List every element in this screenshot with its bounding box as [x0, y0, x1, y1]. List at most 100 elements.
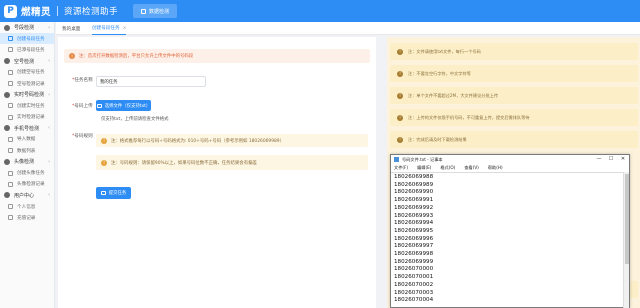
submit-task-button[interactable]: 提交任务 — [96, 187, 131, 199]
sidebar-item-create-realtime[interactable]: 创建实时任务 — [0, 100, 54, 111]
sidebar-item-data-list[interactable]: 数据列表 — [0, 145, 54, 156]
chevron-icon: ‹ — [48, 91, 50, 98]
page-icon — [8, 103, 13, 109]
sidebar-item-recharge[interactable]: 充值记录 — [0, 212, 54, 223]
sidebar-item-label: 导入数据 — [17, 137, 36, 143]
rule-label: *号码规则 — [72, 134, 93, 139]
sidebar-group-user[interactable]: 用户中心 ‹ — [0, 190, 54, 201]
window-controls: — ☐ ✕ — [593, 155, 629, 164]
sidebar-item-avatar-records[interactable]: 头像检测记录 — [0, 179, 54, 190]
tab-create-segment[interactable]: 创建号段任务 × — [92, 22, 127, 35]
phone-icon — [4, 125, 10, 132]
user-icon — [4, 192, 10, 199]
sidebar-group-mobile[interactable]: 手机号检测 ‹ — [0, 123, 54, 134]
tip-item: ! 注：完成后请及时下载检测结果 — [390, 131, 638, 148]
sidebar-group-realtime[interactable]: 实时号码检测 ‹ — [0, 89, 54, 100]
maximize-icon[interactable]: ☐ — [605, 155, 617, 164]
sidebar-group-avatar[interactable]: 头像检测 ‹ — [0, 156, 54, 167]
text-line: 18026070000 — [394, 266, 434, 273]
notice-text: 注：格式推荐每行以号码+号码格式为: 010+号码+号码（参考示例如 18026… — [111, 138, 284, 144]
sidebar-group-segment[interactable]: 号段检测 ‹ — [0, 22, 54, 33]
tip-text: 注：不要含空行字符，中文字符等 — [408, 70, 471, 76]
info-icon: ! — [69, 53, 75, 59]
text-line: 18026069990 — [394, 189, 434, 196]
close-icon[interactable]: ✕ — [617, 155, 629, 164]
tip-item: ! 注：文件请使用txt文件，每行一个号码 — [390, 43, 638, 60]
menu-view[interactable]: 查看(V) — [464, 165, 479, 171]
page-icon — [8, 69, 13, 75]
vertical-scrollbar[interactable] — [623, 172, 629, 308]
tab-label: 我的桌面 — [62, 26, 81, 32]
task-name-label: *任务名称 — [72, 78, 93, 83]
sidebar-item-profile[interactable]: 个人信息 — [0, 201, 54, 212]
tip-item: ! 注：单个文件不要超过2M，大文件建议分批上传 — [390, 87, 638, 104]
page-icon — [8, 136, 13, 142]
menu-edit[interactable]: 编辑(E) — [417, 165, 431, 171]
menu-help[interactable]: 帮助(H) — [488, 165, 503, 171]
page-icon — [8, 204, 13, 210]
submit-icon — [100, 191, 106, 195]
scrollbar-thumb[interactable] — [625, 174, 629, 264]
empty-number-icon — [4, 58, 10, 65]
top-tab-label: 数据检测 — [149, 8, 170, 15]
sidebar-item-realtime-records[interactable]: 实时检测记录 — [0, 112, 54, 123]
sidebar-item-create-avatar[interactable]: 创建头像任务 — [0, 167, 54, 178]
realtime-icon — [4, 91, 10, 98]
top-tab-data-check[interactable]: 数据检测 — [133, 4, 178, 18]
notepad-title: 号码文件.txt - 记事本 — [402, 156, 443, 162]
sidebar-group-empty[interactable]: 空号检测 ‹ — [0, 56, 54, 67]
sidebar-group-label: 实时号码检测 — [14, 92, 45, 99]
sidebar-item-create-empty[interactable]: 创建空号任务 — [0, 67, 54, 78]
notepad-window[interactable]: 号码文件.txt - 记事本 — ☐ ✕ 文件(F) 编辑(E) 格式(O) 查… — [390, 154, 630, 308]
text-line: 18026069991 — [394, 197, 434, 204]
app-logo[interactable]: P 燃精灵 资源检测助手 — [4, 3, 118, 19]
sidebar-item-label: 已添号段任务 — [17, 47, 45, 53]
tip-text: 注：完成后请及时下载检测结果 — [408, 136, 467, 142]
sidebar-item-import[interactable]: 导入数据 — [0, 134, 54, 145]
tab-desktop[interactable]: 我的桌面 — [62, 22, 80, 35]
text-line: 18026069992 — [394, 204, 434, 211]
sidebar-item-segment-list[interactable]: 已添号段任务 — [0, 44, 54, 55]
sidebar-item-label: 创建实时任务 — [17, 103, 45, 109]
page-icon — [8, 114, 13, 120]
info-icon: ! — [101, 159, 107, 166]
text-line: 18026069994 — [394, 220, 434, 227]
upload-notice: ! 注：首次打开数据检测后，平台只允许上传文件中的号码段 — [64, 49, 370, 63]
sidebar-item-label: 创建空号任务 — [17, 70, 45, 76]
tab-label: 创建号段任务 — [92, 26, 120, 31]
rule-note-1: ! 注：格式推荐每行以号码+号码格式为: 010+号码+号码（参考示例如 180… — [96, 134, 368, 147]
menu-file[interactable]: 文件(F) — [394, 165, 408, 171]
file-hint: 仅支持txt，上传前请检查文件格式 — [101, 117, 169, 122]
page-icon — [8, 81, 13, 87]
menu-format[interactable]: 格式(O) — [440, 165, 455, 171]
page-icon — [8, 148, 13, 154]
notepad-text-area[interactable]: 18026069988 18026069989 18026069990 1802… — [391, 172, 629, 305]
task-name-input[interactable]: 我的任务 — [96, 76, 206, 87]
close-icon[interactable]: × — [123, 26, 127, 31]
sidebar-item-label: 空号检测记录 — [17, 81, 45, 87]
rule-note-2: ! 注：号码规则：请保留90%以上，如果号码位数不正确，任务结果会有偏差 — [96, 155, 368, 170]
sidebar-group-label: 空号检测 — [14, 58, 35, 65]
text-line: 18026070002 — [394, 281, 434, 288]
tip-item: ! 注：不要含空行字符，中文字符等 — [390, 65, 638, 82]
page-icon — [8, 36, 13, 42]
sidebar-item-create-segment[interactable]: 创建号段任务 — [0, 33, 54, 45]
sidebar-item-label: 实时检测记录 — [17, 115, 45, 121]
sidebar-item-label: 数据列表 — [17, 148, 36, 154]
chevron-icon: ‹ — [48, 125, 50, 132]
sidebar-item-label: 个人信息 — [17, 204, 36, 210]
sidebar-item-label: 头像检测记录 — [17, 182, 45, 188]
info-icon: ! — [397, 48, 403, 55]
logo-mark-icon: P — [4, 4, 17, 18]
minimize-icon[interactable]: — — [593, 155, 605, 164]
page-icon — [8, 215, 13, 221]
notepad-titlebar[interactable]: 号码文件.txt - 记事本 — ☐ ✕ — [391, 155, 629, 164]
notice-text: 注：首次打开数据检测后，平台只允许上传文件中的号码段 — [79, 54, 194, 59]
text-line: 18026069998 — [394, 251, 434, 258]
info-icon: ! — [397, 92, 403, 99]
choose-file-button[interactable]: 选择文件（仅支持txt） — [96, 100, 151, 111]
app-header: P 燃精灵 资源检测助手 数据检测 — [0, 0, 640, 22]
sidebar-item-empty-records[interactable]: 空号检测记录 — [0, 78, 54, 89]
chevron-icon: ‹ — [48, 58, 50, 65]
chevron-icon: ‹ — [48, 24, 50, 31]
